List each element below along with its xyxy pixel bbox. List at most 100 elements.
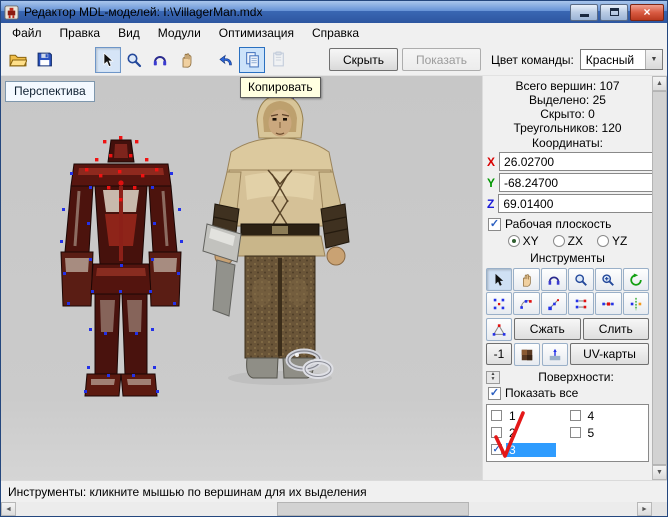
app-icon xyxy=(4,4,19,20)
reset-view-button[interactable] xyxy=(622,268,649,291)
rotate-headphones-icon xyxy=(153,55,167,65)
normals-icon xyxy=(549,348,561,360)
normals-button[interactable] xyxy=(542,343,568,366)
vertical-scrollbar[interactable]: ▲ ▼ xyxy=(652,76,667,480)
triangle-vertices-icon xyxy=(492,323,506,336)
scroll-down-icon[interactable]: ▼ xyxy=(652,465,667,480)
zoom-tool-button[interactable] xyxy=(121,47,147,73)
radio-zx[interactable] xyxy=(552,235,565,247)
copy-button[interactable] xyxy=(239,46,265,73)
surface-item-2[interactable]: 2 xyxy=(489,424,568,441)
menu-edit[interactable]: Правка xyxy=(51,23,110,44)
tools-grid xyxy=(486,268,649,315)
z-coordinate-input[interactable] xyxy=(498,194,652,213)
extrude-icon xyxy=(575,299,587,308)
surface-2-checkbox[interactable] xyxy=(491,427,502,438)
panel-pan-tool-button[interactable] xyxy=(513,268,540,291)
horizontal-scrollbar[interactable]: ◄ ► xyxy=(1,502,667,516)
scroll-right-icon[interactable]: ► xyxy=(637,502,652,516)
panel-zoom-tool-button[interactable] xyxy=(568,268,595,291)
open-folder-icon xyxy=(9,54,27,66)
extrude-button[interactable] xyxy=(568,292,595,315)
surface-item-1[interactable]: 1 xyxy=(489,407,568,424)
workplane-xy-option[interactable]: XY xyxy=(507,234,539,248)
menu-help[interactable]: Справка xyxy=(303,23,368,44)
scroll-left-icon[interactable]: ◄ xyxy=(1,502,16,516)
copy-tooltip: Копировать xyxy=(240,77,321,98)
perspective-tab[interactable]: Перспектива xyxy=(5,81,95,102)
window-title: Редактор MDL-моделей: I:\VillagerMan.mdx xyxy=(24,5,263,19)
texture-icon xyxy=(521,349,533,360)
workplane-checkbox[interactable] xyxy=(488,217,501,231)
radio-xy[interactable] xyxy=(507,235,520,247)
merge-button[interactable]: Слить xyxy=(582,318,649,340)
hide-button[interactable]: Скрыть xyxy=(329,48,398,71)
x-coordinate-input[interactable] xyxy=(499,152,652,171)
menu-view[interactable]: Вид xyxy=(109,23,149,44)
paste-button[interactable] xyxy=(265,47,291,73)
x-axis-label: X xyxy=(487,154,496,169)
move-vertices-button[interactable] xyxy=(486,292,513,315)
horizontal-scrollbar-thumb[interactable] xyxy=(276,502,470,516)
workplane-zx-option[interactable]: ZX xyxy=(552,234,583,248)
scroll-up-icon[interactable]: ▲ xyxy=(652,76,667,91)
pan-tool-button[interactable] xyxy=(173,47,199,73)
weld-vertices-icon xyxy=(602,301,615,306)
properties-panel: Всего вершин: 107 Выделено: 25 Скрыто: 0… xyxy=(482,76,652,480)
open-button[interactable] xyxy=(5,47,31,73)
surface-4-checkbox[interactable] xyxy=(569,410,581,421)
panel-select-tool-button[interactable] xyxy=(486,268,513,291)
show-all-label: Показать все xyxy=(505,386,579,400)
weld-vertices-button[interactable] xyxy=(595,292,622,315)
close-button[interactable]: × xyxy=(630,3,664,21)
menu-modules[interactable]: Модули xyxy=(149,23,210,44)
mirror-button[interactable] xyxy=(622,292,649,315)
minimize-button[interactable] xyxy=(570,3,598,21)
z-axis-label: Z xyxy=(487,196,495,211)
undo-button[interactable] xyxy=(213,47,239,73)
workplane-yz-option[interactable]: YZ xyxy=(597,234,627,248)
panel-zoom-region-button[interactable] xyxy=(595,268,622,291)
rotate-vertices-button[interactable] xyxy=(513,292,540,315)
surface-1-checkbox[interactable] xyxy=(491,410,502,421)
horizontal-scrollbar-track[interactable] xyxy=(16,502,637,516)
titlebar: Редактор MDL-моделей: I:\VillagerMan.mdx… xyxy=(1,1,667,23)
refresh-icon xyxy=(630,272,642,286)
surface-item-3[interactable]: 3 xyxy=(489,441,568,458)
paste-page-icon xyxy=(272,51,284,67)
surface-item-5[interactable]: 5 xyxy=(568,424,647,441)
viewport-canvas[interactable]: Перспектива xyxy=(1,76,482,480)
stat-selected: Выделено: 25 xyxy=(529,93,606,107)
vertical-scrollbar-thumb[interactable] xyxy=(652,91,667,465)
uv-maps-button[interactable]: UV-карты xyxy=(570,343,649,365)
stat-hidden: Скрыто: 0 xyxy=(540,107,595,121)
minus-one-button[interactable]: -1 xyxy=(486,343,512,365)
surfaces-list[interactable]: 1 2 3 4 5 xyxy=(486,404,649,462)
surface-5-checkbox[interactable] xyxy=(569,427,581,438)
rotate-vertices-icon xyxy=(520,299,533,309)
show-button[interactable]: Показать xyxy=(401,48,481,71)
team-color-select[interactable]: Красный ▼ xyxy=(579,49,663,70)
triangle-select-button[interactable] xyxy=(486,318,512,341)
held-tool xyxy=(202,223,242,317)
app-window: Редактор MDL-моделей: I:\VillagerMan.mdx… xyxy=(0,0,668,517)
save-button[interactable] xyxy=(31,47,57,73)
show-all-checkbox[interactable] xyxy=(488,386,501,400)
maximize-button[interactable] xyxy=(600,3,628,21)
move-vertices-icon xyxy=(493,298,505,309)
y-coordinate-input[interactable] xyxy=(499,173,652,192)
panel-rotate-view-button[interactable] xyxy=(540,268,567,291)
rotate-view-tool-button[interactable] xyxy=(147,47,173,73)
surface-3-checkbox[interactable] xyxy=(491,444,502,455)
surfaces-spinner-icon[interactable]: ▲ ▼ xyxy=(486,370,500,384)
radio-yz[interactable] xyxy=(597,235,609,247)
select-tool-button[interactable] xyxy=(95,46,121,73)
scale-vertices-button[interactable] xyxy=(540,292,567,315)
menu-file[interactable]: Файл xyxy=(3,23,51,44)
texture-view-button[interactable] xyxy=(514,343,540,366)
surface-item-4[interactable]: 4 xyxy=(568,407,647,424)
compress-button[interactable]: Сжать xyxy=(514,318,581,340)
menu-optimization[interactable]: Оптимизация xyxy=(210,23,303,44)
chevron-down-icon[interactable]: ▼ xyxy=(645,50,662,69)
models-render xyxy=(60,94,350,397)
